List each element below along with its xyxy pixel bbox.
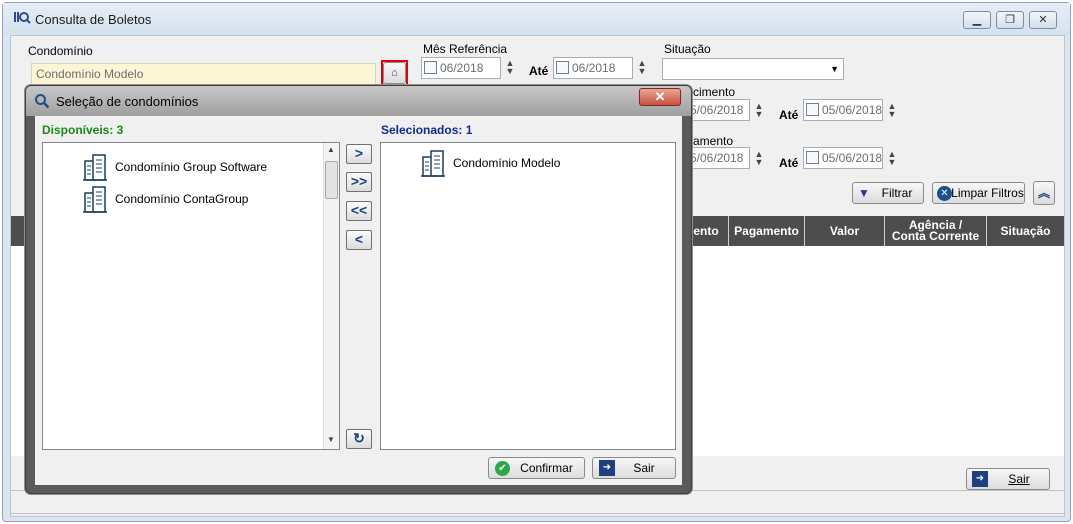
mes-ref-from-field[interactable]: 06/2018 <box>421 57 501 79</box>
mes-ref-from-checkbox[interactable] <box>424 61 437 74</box>
collapse-filters-icon[interactable]: ︽ <box>1033 181 1055 205</box>
move-all-left-button[interactable]: << <box>346 201 372 221</box>
pag-to-field[interactable]: 05/06/2018 <box>803 147 883 169</box>
grid-col-vencimento[interactable]: nento <box>686 216 728 246</box>
chevron-down-icon: ▼ <box>830 64 839 74</box>
scroll-thumb[interactable] <box>325 161 338 199</box>
mes-ref-from-value: 06/2018 <box>440 61 484 75</box>
filtrar-button[interactable]: ▼ Filtrar <box>852 182 924 204</box>
building-search-icon[interactable]: ⌂ <box>383 62 406 84</box>
list-item-label: Condomínio Group Software <box>115 160 268 174</box>
funnel-icon: ▼ <box>858 186 870 200</box>
window-title: Consulta de Boletos <box>35 12 152 27</box>
minimize-icon[interactable]: ▁ <box>963 11 991 29</box>
venc-ate-label: Até <box>779 108 799 122</box>
available-scrollbar[interactable]: ▲ ▼ <box>323 143 339 449</box>
pag-to-spinner[interactable]: ▲ ▼ <box>887 150 897 167</box>
modal-sair-button[interactable]: ➜ Sair <box>592 457 676 479</box>
clear-icon: ✕ <box>937 186 952 201</box>
pag-to-checkbox[interactable] <box>806 151 819 164</box>
list-item[interactable]: Condomínio ContaGroup <box>83 185 248 213</box>
check-icon: ✔ <box>495 461 510 476</box>
condominio-label: Condomínio <box>28 44 93 58</box>
scroll-down-icon[interactable]: ▼ <box>327 435 335 444</box>
modal-sair-label: Sair <box>633 461 655 475</box>
mes-ref-to-spinner[interactable]: ▲ ▼ <box>637 59 647 76</box>
grid-col-situacao[interactable]: Situação <box>986 216 1064 246</box>
venc-to-spinner[interactable]: ▲ ▼ <box>887 102 897 119</box>
confirmar-button[interactable]: ✔ Confirmar <box>488 457 585 479</box>
venc-to-field[interactable]: 05/06/2018 <box>803 99 883 121</box>
exit-icon: ➜ <box>972 471 988 487</box>
ate-label: Até <box>529 64 549 78</box>
confirmar-label: Confirmar <box>520 461 573 475</box>
exit-icon: ➜ <box>599 460 615 476</box>
list-item[interactable]: Condomínio Group Software <box>83 153 267 181</box>
building-icon <box>83 154 107 181</box>
situacao-label: Situação <box>664 42 711 56</box>
venc-to-value: 05/06/2018 <box>822 103 883 117</box>
mes-ref-from-spinner[interactable]: ▲ ▼ <box>505 59 515 76</box>
move-left-button[interactable]: < <box>346 230 372 250</box>
move-all-right-button[interactable]: >> <box>346 172 372 192</box>
disponiveis-label: Disponíveis: 3 <box>42 123 124 137</box>
building-icon <box>421 150 445 177</box>
pag-from-spinner[interactable]: ▲ ▼ <box>754 150 764 167</box>
sair-label: Sair <box>1008 472 1030 486</box>
selecionados-label: Selecionados: 1 <box>381 123 473 137</box>
pag-from-field[interactable]: 5/06/2018 <box>686 147 750 169</box>
pag-ate-label: Até <box>779 156 799 170</box>
pagamento-label: amento <box>693 134 734 148</box>
situacao-select[interactable]: ▼ <box>662 58 844 80</box>
filtrar-label: Filtrar <box>881 186 913 200</box>
sair-button[interactable]: ➜ Sair <box>966 468 1050 490</box>
venc-to-checkbox[interactable] <box>806 103 819 116</box>
restore-icon[interactable]: ❐ <box>996 11 1024 29</box>
vencimento-label: cimento <box>693 85 736 99</box>
venc-from-field[interactable]: 5/06/2018 <box>686 99 750 121</box>
grid-col-pagamento[interactable]: Pagamento <box>728 216 804 246</box>
move-right-button[interactable]: > <box>346 144 372 164</box>
list-item-label: Condomínio ContaGroup <box>115 192 249 206</box>
modal-body: Disponíveis: 3 Selecionados: 1 Condomíni… <box>35 116 682 485</box>
mes-ref-to-value: 06/2018 <box>572 61 616 75</box>
condominio-field[interactable]: Condomínio Modelo <box>31 63 376 85</box>
refresh-icon[interactable]: ↻ <box>346 429 372 449</box>
grid-col-agencia[interactable]: Agência / Conta Corrente <box>884 216 986 246</box>
list-item-label: Condomínio Modelo <box>453 156 561 170</box>
search-icon <box>35 94 50 109</box>
limpar-filtros-button[interactable]: ✕ Limpar Filtros <box>932 182 1025 204</box>
grid-col-valor[interactable]: Valor <box>804 216 884 246</box>
modal-title-bar: Seleção de condomínios ✕ <box>26 86 691 116</box>
venc-from-spinner[interactable]: ▲ ▼ <box>754 102 764 119</box>
close-icon[interactable]: ✕ <box>1029 11 1057 29</box>
selected-list[interactable]: Condomínio Modelo <box>380 142 676 450</box>
close-icon[interactable]: ✕ <box>639 88 681 106</box>
mes-ref-to-checkbox[interactable] <box>556 61 569 74</box>
selecao-condominios-dialog: Seleção de condomínios ✕ Disponíveis: 3 … <box>25 85 692 494</box>
pag-to-value: 05/06/2018 <box>822 151 883 165</box>
limpar-label: Limpar Filtros <box>951 186 1024 200</box>
app-icon <box>14 12 31 24</box>
mes-ref-to-field[interactable]: 06/2018 <box>553 57 633 79</box>
mes-referencia-label: Mês Referência <box>423 42 508 56</box>
list-item[interactable]: Condomínio Modelo <box>421 149 560 177</box>
modal-title: Seleção de condomínios <box>56 94 199 109</box>
title-bar: Consulta de Boletos ▁ ❐ ✕ <box>3 3 1070 35</box>
building-icon <box>83 186 107 213</box>
available-list[interactable]: Condomínio Group Software Condomínio Con… <box>42 142 340 450</box>
scroll-up-icon[interactable]: ▲ <box>327 145 335 154</box>
